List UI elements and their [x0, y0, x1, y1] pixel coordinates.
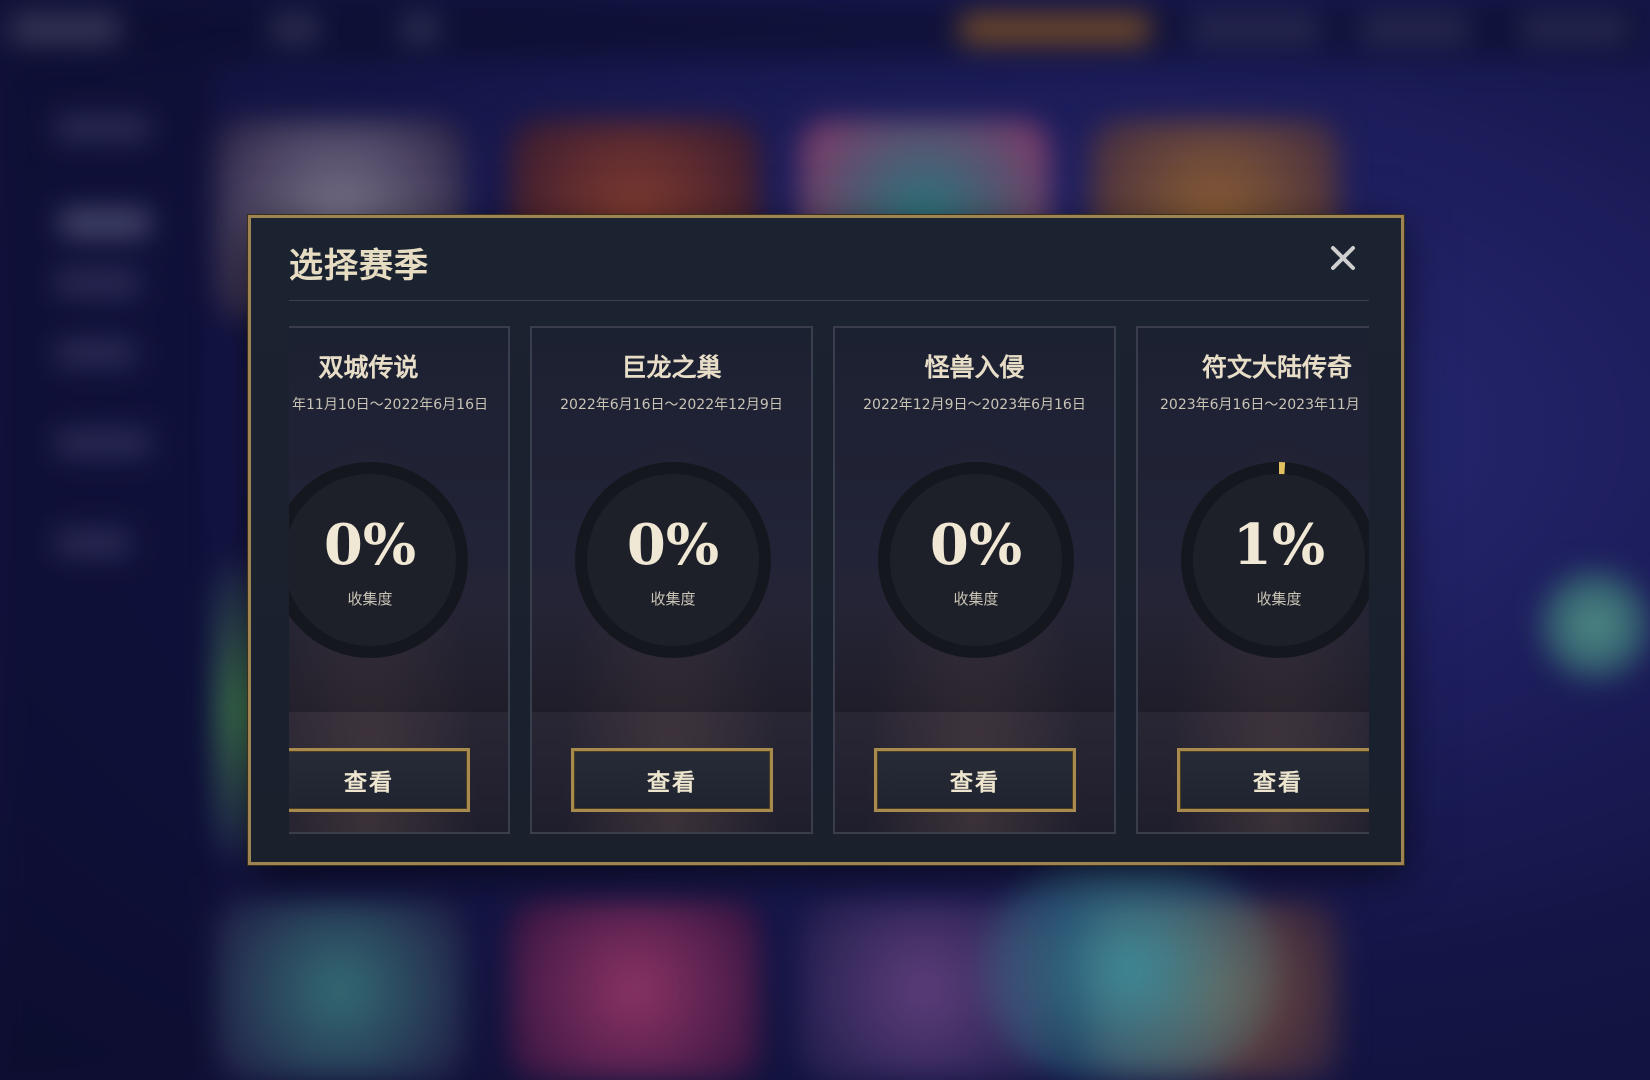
season-name: 符文大陆传奇: [1202, 353, 1353, 382]
collection-percent: 1%: [1232, 512, 1326, 578]
collection-progress-ring: 0% 收集度: [289, 460, 470, 660]
season-card[interactable]: 怪兽入侵 2022年12月9日～2023年6月16日 0% 收集度 查看: [833, 326, 1116, 834]
view-button[interactable]: 查看: [1177, 748, 1369, 812]
collection-label: 收集度: [650, 590, 696, 608]
dialog-title: 选择赛季: [289, 246, 429, 286]
close-icon: [1331, 246, 1355, 270]
season-dates: 年11月10日～2022年6月16日: [292, 397, 488, 413]
collection-percent: 0%: [323, 512, 417, 578]
view-button[interactable]: 查看: [289, 748, 470, 812]
view-button[interactable]: 查看: [874, 748, 1076, 812]
title-divider: [289, 300, 1369, 301]
collection-progress-ring: 0% 收集度: [876, 460, 1076, 660]
collection-progress-ring: 0% 收集度: [573, 460, 773, 660]
season-dates: 2023年6月16日～2023年11月: [1160, 397, 1360, 413]
season-select-dialog: 选择赛季 双城传说 年11月10日～2022年6月16日 0% 收集度 查看 巨…: [248, 215, 1404, 865]
close-button[interactable]: [1323, 238, 1363, 278]
collection-label: 收集度: [953, 590, 999, 608]
season-name: 怪兽入侵: [924, 353, 1025, 382]
view-button[interactable]: 查看: [571, 748, 773, 812]
collection-percent: 0%: [626, 512, 720, 578]
season-cards-carousel[interactable]: 双城传说 年11月10日～2022年6月16日 0% 收集度 查看 巨龙之巢 2…: [289, 326, 1369, 834]
season-card[interactable]: 巨龙之巢 2022年6月16日～2022年12月9日 0% 收集度 查看: [530, 326, 813, 834]
collection-progress-ring: 1% 收集度: [1179, 460, 1369, 660]
season-dates: 2022年6月16日～2022年12月9日: [560, 397, 783, 413]
season-name: 巨龙之巢: [621, 353, 722, 382]
collection-percent: 0%: [929, 512, 1023, 578]
season-card[interactable]: 双城传说 年11月10日～2022年6月16日 0% 收集度 查看: [289, 326, 510, 834]
collection-label: 收集度: [1256, 590, 1302, 608]
season-name: 双城传说: [318, 353, 419, 382]
collection-label: 收集度: [347, 590, 393, 608]
season-card[interactable]: 符文大陆传奇 2023年6月16日～2023年11月 1% 收集度 查看: [1136, 326, 1369, 834]
season-dates: 2022年12月9日～2023年6月16日: [863, 397, 1086, 413]
